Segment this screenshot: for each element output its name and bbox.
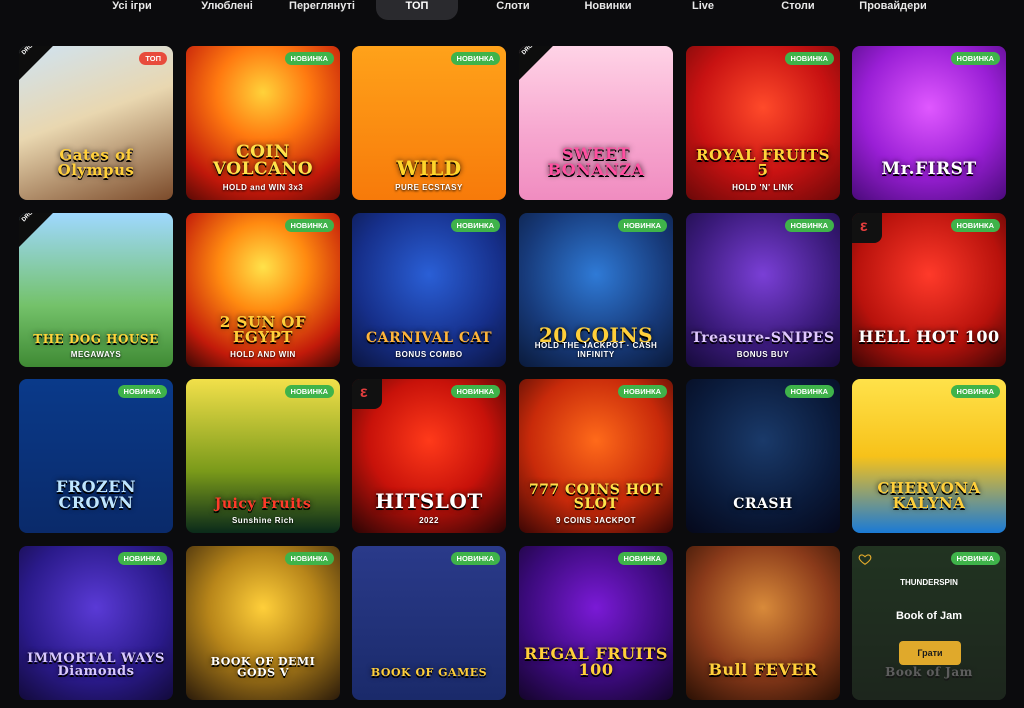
game-tile[interactable]: CARNIVAL CAT BONUS COMBO НОВИНКА xyxy=(352,213,506,367)
game-tile[interactable]: Mr.FIRST НОВИНКА xyxy=(852,46,1006,200)
drops-and-wins-ribbon: DROPS & WINS xyxy=(19,213,57,247)
game-tile[interactable]: IMMORTAL WAYS Diamonds НОВИНКА xyxy=(19,546,173,700)
game-tile[interactable]: CRASH НОВИНКА xyxy=(686,379,840,533)
new-badge: НОВИНКА xyxy=(950,385,1000,398)
game-subtitle: HOLD AND WIN xyxy=(230,350,296,359)
new-badge: НОВИНКА xyxy=(284,52,334,65)
game-tile[interactable]: REGAL FRUITS 100 НОВИНКА xyxy=(519,546,673,700)
tab-1[interactable]: Усі ігри xyxy=(97,0,167,20)
drops-and-wins-ribbon: DROPS & WINS xyxy=(19,46,57,80)
game-title: CHERVONA KALYNA xyxy=(877,479,981,512)
game-title: Gates of Olympus xyxy=(57,146,135,179)
new-badge: НОВИНКА xyxy=(117,385,167,398)
new-badge: НОВИНКА xyxy=(284,219,334,232)
game-title: Treasure-SNIPES xyxy=(691,330,835,346)
game-subtitle: PURE ECSTASY xyxy=(395,183,463,192)
game-tile[interactable]: CHERVONA KALYNA НОВИНКА xyxy=(852,379,1006,533)
game-title: 777 COINS HOT SLOT xyxy=(528,482,664,512)
game-tile[interactable]: HITSLOT 2022 ε НОВИНКА xyxy=(352,379,506,533)
game-title: HITSLOT xyxy=(375,489,483,513)
game-subtitle: MEGAWAYS xyxy=(70,350,122,359)
category-tabs: Усі ігри Улюблені Переглянуті ТОП Слоти Новин… xyxy=(0,0,1024,22)
game-title: 2 SUN OF EGYPT xyxy=(219,313,307,346)
game-title: WILD xyxy=(396,156,462,180)
game-subtitle: BONUS BUY xyxy=(736,350,790,359)
tab-9[interactable]: Провайдери xyxy=(847,0,939,20)
new-badge: НОВИНКА xyxy=(617,385,667,398)
game-tile[interactable]: THE DOG HOUSE MEGAWAYS DROPS & WINS xyxy=(19,213,173,367)
new-badge: НОВИНКА xyxy=(784,385,834,398)
game-tile[interactable]: Gates of Olympus DROPS & WINS ТОП xyxy=(19,46,173,200)
provider-logo-icon: ε xyxy=(852,213,882,243)
game-title: Mr.FIRST xyxy=(881,159,977,179)
game-tile[interactable]: COIN VOLCANO HOLD and WIN 3x3 НОВИНКА xyxy=(186,46,340,200)
new-badge: НОВИНКА xyxy=(450,219,500,232)
game-tile[interactable]: SWEET BONANZA DROPS & WINS xyxy=(519,46,673,200)
game-tile[interactable]: BOOK OF GAMES НОВИНКА xyxy=(352,546,506,700)
game-tile[interactable]: Juicy Fruits Sunshine Rich НОВИНКА xyxy=(186,379,340,533)
game-title: BOOK OF DEMI GODS V xyxy=(210,655,316,679)
game-title: Juicy Fruits xyxy=(214,496,312,512)
game-tile[interactable]: BOOK OF DEMI GODS V НОВИНКА xyxy=(186,546,340,700)
new-badge: НОВИНКА xyxy=(117,552,167,565)
game-tile[interactable]: 2 SUN OF EGYPT HOLD AND WIN НОВИНКА xyxy=(186,213,340,367)
game-title: COIN VOLCANO xyxy=(212,142,314,179)
new-badge: НОВИНКА xyxy=(450,52,500,65)
new-badge: НОВИНКА xyxy=(950,52,1000,65)
game-title: CRASH xyxy=(733,496,793,512)
drops-and-wins-ribbon: DROPS & WINS xyxy=(519,46,557,80)
game-title: ROYAL FRUITS 5 xyxy=(696,146,830,179)
game-tile[interactable]: 777 COINS HOT SLOT 9 COINS JACKPOT НОВИНКА xyxy=(519,379,673,533)
game-title: THE DOG HOUSE xyxy=(33,332,159,346)
game-subtitle: HOLD 'N' LINK xyxy=(732,183,794,192)
game-title: FROZEN CROWN xyxy=(55,477,137,512)
play-button[interactable]: Грати xyxy=(899,641,961,665)
game-subtitle: 9 COINS JACKPOT xyxy=(556,516,636,525)
game-subtitle: 2022 xyxy=(419,516,439,525)
game-subtitle: HOLD THE JACKPOT · CASH INFINITY xyxy=(534,341,658,359)
top-badge: ТОП xyxy=(139,52,167,65)
game-title: SWEET BONANZA xyxy=(547,144,645,179)
new-badge: НОВИНКА xyxy=(784,219,834,232)
new-badge: НОВИНКА xyxy=(284,385,334,398)
game-title: Bull FEVER xyxy=(708,660,818,679)
tab-6[interactable]: Новинки xyxy=(573,0,643,20)
new-badge: НОВИНКА xyxy=(284,552,334,565)
tab-8[interactable]: Столи xyxy=(768,0,828,20)
new-badge: НОВИНКА xyxy=(450,385,500,398)
new-badge: НОВИНКА xyxy=(617,219,667,232)
new-badge: НОВИНКА xyxy=(617,552,667,565)
game-tile[interactable]: FROZEN CROWN НОВИНКА xyxy=(19,379,173,533)
game-title: BOOK OF GAMES xyxy=(370,666,488,679)
game-subtitle: Sunshine Rich xyxy=(231,516,295,525)
new-badge: НОВИНКА xyxy=(450,552,500,565)
game-tile[interactable]: Bull FEVER xyxy=(686,546,840,700)
tab-5[interactable]: Слоти xyxy=(483,0,543,20)
game-name: Book of Jam xyxy=(895,610,962,622)
game-subtitle: BONUS COMBO xyxy=(395,350,463,359)
game-hover-overlay: THUNDERSPIN Book of Jam Грати xyxy=(852,546,1006,700)
game-tile[interactable]: HELL HOT 100 ε НОВИНКА xyxy=(852,213,1006,367)
game-tile[interactable]: ROYAL FRUITS 5 HOLD 'N' LINK НОВИНКА xyxy=(686,46,840,200)
favorite-heart-icon[interactable] xyxy=(858,552,872,566)
game-tile[interactable]: Book of JamTHUNDERSPIN Book of Jam ГратиНО… xyxy=(852,546,1006,700)
game-title: REGAL FRUITS 100 xyxy=(524,644,668,679)
game-subtitle: HOLD and WIN 3x3 xyxy=(222,183,304,192)
game-title: IMMORTAL WAYS Diamonds xyxy=(27,651,165,679)
game-title: CARNIVAL CAT xyxy=(366,330,492,346)
game-provider-name: THUNDERSPIN xyxy=(900,578,958,587)
game-title: HELL HOT 100 xyxy=(858,327,1000,346)
tab-3[interactable]: Переглянуті xyxy=(277,0,367,20)
game-tile[interactable]: Treasure-SNIPES BONUS BUY НОВИНКА xyxy=(686,213,840,367)
tab-7[interactable]: Live xyxy=(678,0,728,20)
tab-2[interactable]: Улюблені xyxy=(187,0,267,20)
tab-4[interactable]: ТОП xyxy=(376,0,458,20)
new-badge: НОВИНКА xyxy=(784,52,834,65)
provider-logo-icon: ε xyxy=(352,379,382,409)
new-badge: НОВИНКА xyxy=(950,219,1000,232)
new-badge: НОВИНКА xyxy=(950,552,1000,565)
game-tile[interactable]: 20 COINS HOLD THE JACKPOT · CASH INFINITY… xyxy=(519,213,673,367)
game-tile[interactable]: WILD PURE ECSTASY НОВИНКА xyxy=(352,46,506,200)
